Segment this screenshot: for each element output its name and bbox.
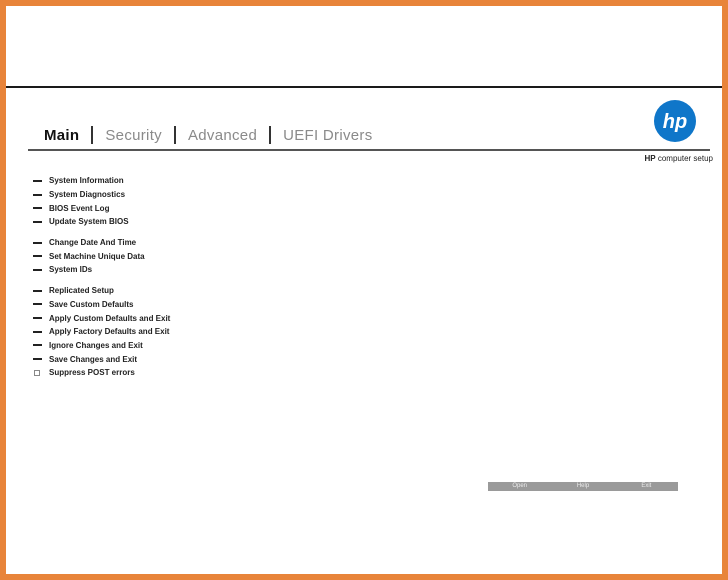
menu-item-label: Save Changes and Exit — [49, 354, 138, 364]
menu-item-label: Replicated Setup — [49, 286, 114, 296]
menu-item-label: Change Date And Time — [49, 238, 137, 248]
tab-uefi-drivers[interactable]: UEFI Drivers — [283, 127, 372, 144]
menu-item-label: System IDs — [49, 265, 93, 275]
checkbox-suppress-post-errors[interactable] — [34, 369, 40, 376]
bullet-icon — [33, 268, 42, 271]
top-band — [6, 6, 722, 86]
menu-item-label: Update System BIOS — [49, 217, 129, 227]
menu-item-label: Save Custom Defaults — [49, 299, 134, 309]
menu-item-label: Ignore Changes and Exit — [49, 340, 143, 350]
menu-item-label: System Diagnostics — [49, 190, 126, 200]
bullet-icon — [33, 303, 42, 306]
menu-item-label: Apply Factory Defaults and Exit — [49, 327, 170, 337]
tab-separator — [91, 126, 94, 144]
bullet-icon — [33, 330, 42, 333]
menu-item-apply-factory-defaults[interactable]: Apply Factory Defaults and Exit — [33, 325, 170, 339]
open-button[interactable]: Open — [488, 482, 551, 491]
exit-button[interactable]: Exit — [615, 482, 678, 491]
bullet-icon — [33, 358, 42, 361]
tab-security[interactable]: Security — [105, 127, 162, 144]
help-button[interactable]: Help — [551, 482, 614, 491]
menu-item-replicated-setup[interactable]: Replicated Setup — [33, 284, 170, 298]
bullet-icon — [33, 317, 42, 320]
brand-label: computer setup — [655, 154, 713, 163]
menu-item-change-date-and-time[interactable]: Change Date And Time — [33, 236, 170, 250]
menu-item-label: BIOS Event Log — [49, 203, 110, 213]
menu-item-label: Set Machine Unique Data — [49, 251, 145, 261]
tab-bar: Main Security Advanced UEFI Drivers — [44, 124, 373, 146]
menu-item-update-system-bios[interactable]: Update System BIOS — [33, 215, 170, 229]
menu-item-system-information[interactable]: System Information — [33, 174, 170, 188]
menu-item-label: Suppress POST errors — [49, 368, 135, 378]
menu-item-save-custom-defaults[interactable]: Save Custom Defaults — [33, 298, 170, 312]
tab-divider — [28, 149, 710, 151]
menu-item-label: Apply Custom Defaults and Exit — [49, 313, 171, 323]
hp-logo: hp — [654, 100, 696, 142]
bullet-icon — [33, 289, 42, 292]
menu-item-suppress-post-errors[interactable]: Suppress POST errors — [33, 366, 170, 380]
bullet-icon — [33, 207, 42, 210]
menu-item-ignore-changes[interactable]: Ignore Changes and Exit — [33, 339, 170, 353]
menu-item-bios-event-log[interactable]: BIOS Event Log — [33, 201, 170, 215]
bullet-icon — [33, 241, 42, 244]
computer-setup-brand: HP computer setup — [645, 154, 714, 163]
menu-item-apply-custom-defaults[interactable]: Apply Custom Defaults and Exit — [33, 311, 170, 325]
tab-separator — [269, 126, 272, 144]
bullet-icon — [33, 220, 42, 223]
hp-logo-text: hp — [663, 111, 687, 133]
hp-logo-icon: hp — [663, 111, 687, 133]
bullet-icon — [33, 179, 42, 182]
menu-item-set-machine-unique-data[interactable]: Set Machine Unique Data — [33, 249, 170, 263]
menu-item-system-ids[interactable]: System IDs — [33, 263, 170, 277]
bottom-action-bar: Open Help Exit — [488, 482, 678, 491]
tab-main[interactable]: Main — [44, 127, 79, 144]
brand-hp: HP — [644, 154, 656, 163]
menu-gap — [33, 229, 170, 236]
menu-item-save-changes[interactable]: Save Changes and Exit — [33, 352, 170, 366]
bullet-icon — [33, 255, 42, 258]
menu-item-system-diagnostics[interactable]: System Diagnostics — [33, 188, 170, 202]
menu-item-label: System Information — [49, 176, 124, 186]
menu-gap — [33, 277, 170, 284]
top-divider — [6, 86, 722, 88]
tab-separator — [173, 126, 176, 144]
tab-advanced[interactable]: Advanced — [188, 127, 257, 144]
bullet-icon — [33, 193, 42, 196]
main-menu: System Information System Diagnostics BI… — [33, 174, 170, 380]
bullet-icon — [33, 344, 42, 347]
